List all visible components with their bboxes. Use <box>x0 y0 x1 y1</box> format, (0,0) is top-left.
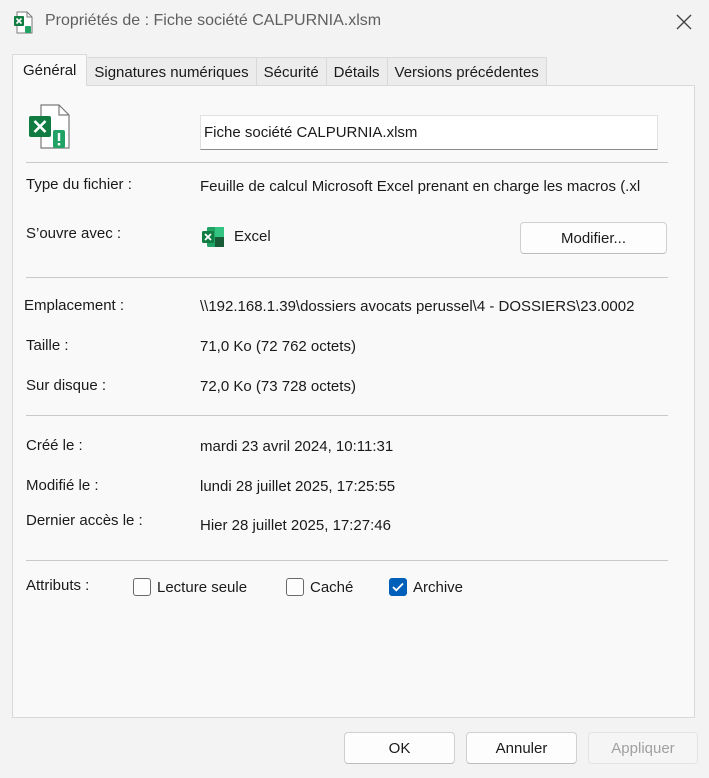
excel-icon <box>202 227 224 247</box>
change-app-button[interactable]: Modifier... <box>520 222 667 254</box>
separator <box>26 560 668 561</box>
created-value: mardi 23 avril 2024, 10:11:31 <box>200 438 394 455</box>
tab-general[interactable]: Général <box>12 54 88 86</box>
checkbox-box[interactable] <box>133 578 151 596</box>
checkmark-icon <box>392 582 404 592</box>
apply-button[interactable]: Appliquer <box>588 732 698 764</box>
separator <box>26 277 668 278</box>
accessed-value: Hier 28 juillet 2025, 17:27:46 <box>200 517 391 534</box>
checkbox-box[interactable] <box>389 578 407 596</box>
opens-with-label: S’ouvre avec : <box>26 225 122 242</box>
window-title: Propriétés de : Fiche société CALPURNIA.… <box>45 12 382 29</box>
location-value: \\192.168.1.39\dossiers avocats perussel… <box>200 298 635 315</box>
general-panel: Type du fichier : Feuille de calcul Micr… <box>12 85 695 718</box>
separator <box>26 162 668 163</box>
checkbox-box[interactable] <box>286 578 304 596</box>
tab-security[interactable]: Sécurité <box>255 57 327 86</box>
ok-button[interactable]: OK <box>344 732 455 764</box>
read-only-checkbox[interactable]: Lecture seule <box>133 578 247 596</box>
close-icon <box>676 14 692 30</box>
tab-digital-signatures[interactable]: Signatures numériques <box>86 57 257 86</box>
file-type-label: Type du fichier : <box>26 176 132 193</box>
tab-details[interactable]: Détails <box>325 57 388 86</box>
modified-value: lundi 28 juillet 2025, 17:25:55 <box>200 478 396 495</box>
modified-label: Modifié le : <box>26 477 99 494</box>
excel-file-icon <box>14 11 33 34</box>
close-button[interactable] <box>667 6 701 38</box>
archive-label: Archive <box>413 578 464 596</box>
file-type-value: Feuille de calcul Microsoft Excel prenan… <box>200 178 641 195</box>
size-on-disk-label: Sur disque : <box>26 377 107 394</box>
opens-with-app: Excel <box>234 228 271 245</box>
separator <box>26 415 668 416</box>
archive-checkbox[interactable]: Archive <box>389 578 463 596</box>
file-name-input[interactable] <box>200 115 658 150</box>
created-label: Créé le : <box>26 437 83 454</box>
hidden-checkbox[interactable]: Caché <box>286 578 353 596</box>
read-only-label: Lecture seule <box>157 578 248 596</box>
excel-file-warning-icon <box>29 104 70 149</box>
size-on-disk-value: 72,0 Ko (73 728 octets) <box>200 378 356 395</box>
cancel-button[interactable]: Annuler <box>466 732 577 764</box>
attributes-label: Attributs : <box>26 577 90 594</box>
location-label: Emplacement : <box>24 297 125 314</box>
hidden-label: Caché <box>310 578 354 596</box>
tab-previous-versions[interactable]: Versions précédentes <box>386 57 547 86</box>
tab-strip: Général Signatures numériques Sécurité D… <box>12 54 547 86</box>
size-value: 71,0 Ko (72 762 octets) <box>200 338 356 355</box>
accessed-label: Dernier accès le : <box>26 512 143 529</box>
title-bar: Propriétés de : Fiche société CALPURNIA.… <box>0 0 709 44</box>
size-label: Taille : <box>26 337 69 354</box>
